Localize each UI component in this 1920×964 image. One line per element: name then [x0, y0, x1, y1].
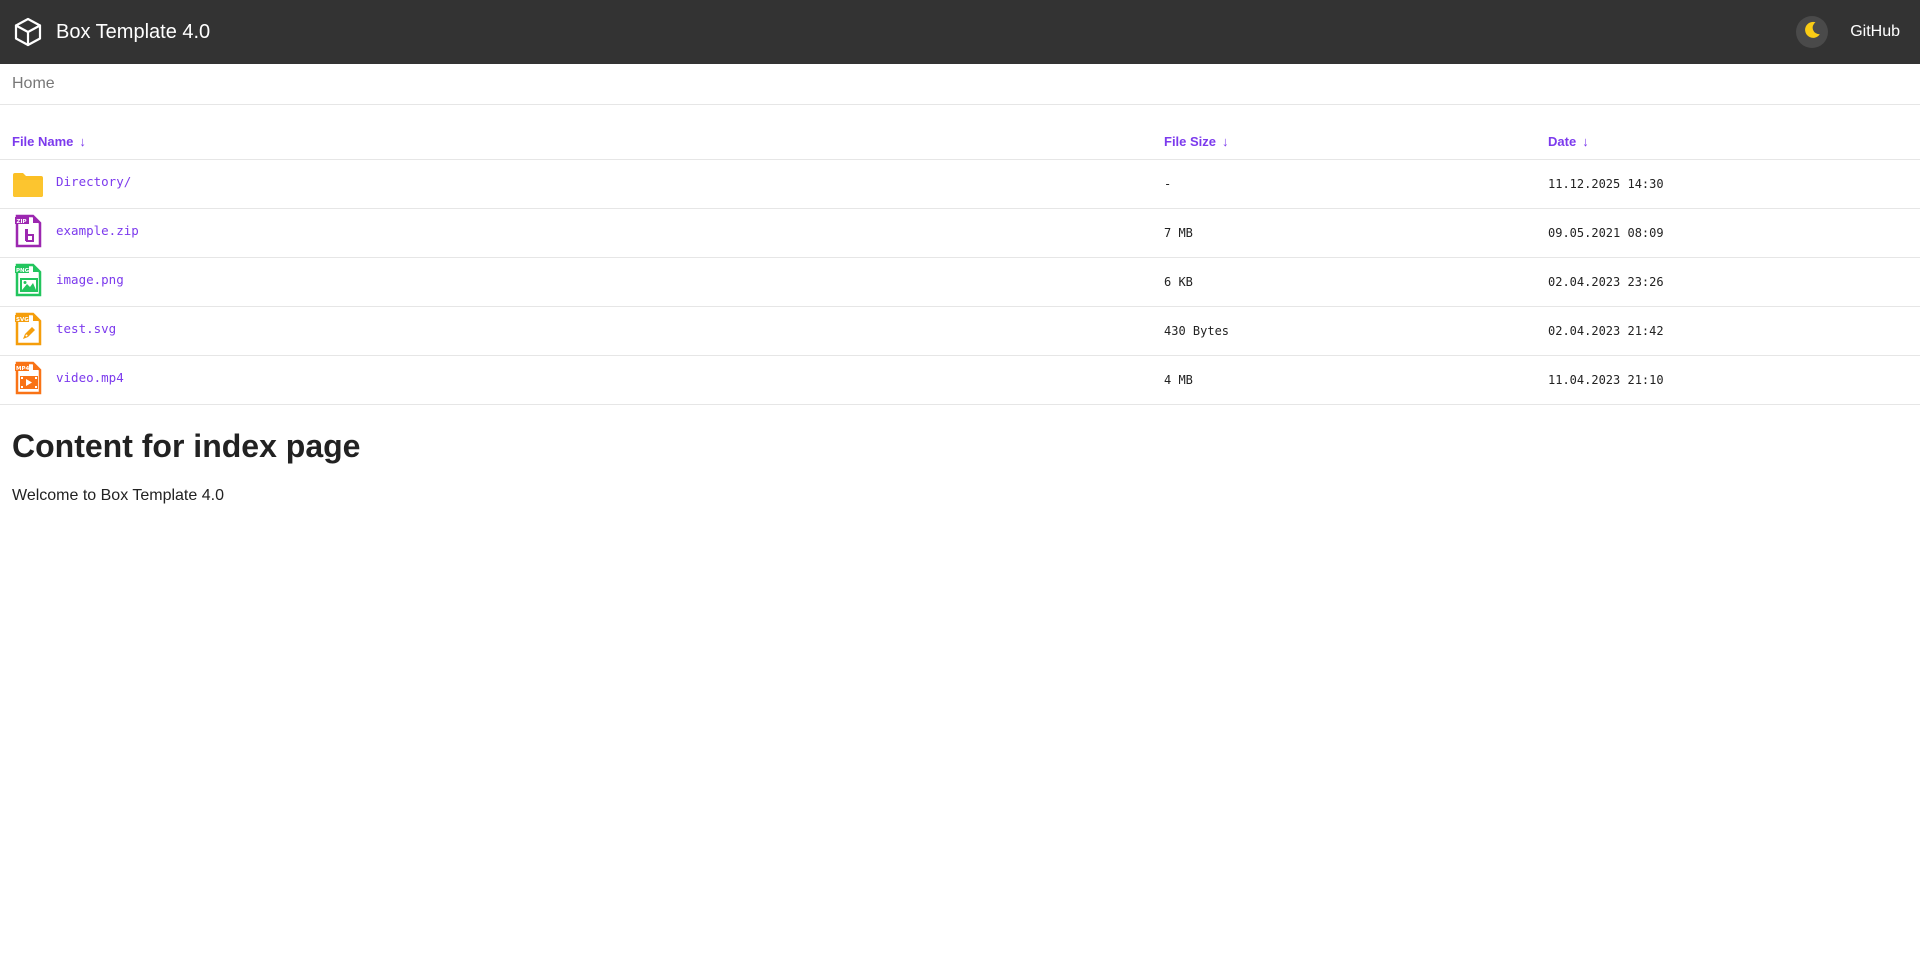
top-navbar: Box Template 4.0 GitHub: [0, 0, 1920, 64]
sort-arrow-icon: ↓: [1582, 133, 1589, 149]
file-size-cell: -: [1152, 159, 1536, 209]
site-title: Box Template 4.0: [56, 20, 211, 43]
table-row: SVG test.svg 430 Bytes 02.04.2023 21:42: [0, 306, 1920, 356]
cube-icon: [12, 16, 44, 48]
sort-by-name-header[interactable]: File Name ↓: [0, 105, 1152, 160]
png-badge: PNG: [16, 267, 30, 273]
breadcrumb: Home: [0, 64, 1920, 105]
name-cell: SVG test.svg: [0, 306, 1152, 356]
zip-badge: ZIP: [17, 218, 27, 224]
github-link[interactable]: GitHub: [1850, 23, 1900, 41]
file-date-cell: 02.04.2023 23:26: [1536, 257, 1920, 307]
column-label: File Size: [1164, 133, 1217, 149]
breadcrumb-home-link[interactable]: Home: [12, 75, 55, 93]
sort-arrow-icon: ↓: [1222, 133, 1229, 149]
file-date-cell: 11.12.2025 14:30: [1536, 159, 1920, 209]
navbar-actions: GitHub: [1796, 0, 1920, 64]
name-cell: ZIP example.zip: [0, 208, 1152, 258]
file-link[interactable]: test.svg: [56, 321, 116, 336]
file-date-cell: 11.04.2023 21:10: [1536, 355, 1920, 405]
file-date-cell: 02.04.2023 21:42: [1536, 306, 1920, 356]
sort-by-size-header[interactable]: File Size ↓: [1152, 105, 1536, 160]
table-header-row: File Name ↓ File Size ↓ Date ↓: [0, 105, 1920, 160]
zip-file-icon: ZIP: [12, 214, 44, 248]
name-cell: PNG image.png: [0, 257, 1152, 307]
table-row: PNG image.png 6 KB 02.04.2023 23:26: [0, 257, 1920, 307]
folder-icon: [12, 169, 44, 199]
column-label: File Name: [12, 133, 74, 149]
name-cell: Directory/: [0, 159, 1152, 209]
file-link[interactable]: Directory/: [56, 174, 131, 189]
column-label: Date: [1548, 133, 1577, 149]
brand-link[interactable]: Box Template 4.0: [12, 0, 210, 64]
sort-arrow-icon: ↓: [79, 133, 86, 149]
theme-toggle-button[interactable]: [1796, 16, 1829, 48]
file-link[interactable]: image.png: [56, 272, 124, 287]
png-file-icon: PNG: [12, 263, 44, 297]
svg-file-icon: SVG: [12, 312, 44, 346]
page-content: Content for index page Welcome to Box Te…: [12, 428, 360, 505]
file-size-cell: 430 Bytes: [1152, 306, 1536, 356]
file-size-cell: 7 MB: [1152, 208, 1536, 258]
file-size-cell: 4 MB: [1152, 355, 1536, 405]
file-date-cell: 09.05.2021 08:09: [1536, 208, 1920, 258]
mp4-badge: MP4: [16, 365, 30, 371]
file-size-cell: 6 KB: [1152, 257, 1536, 307]
file-listing-table: File Name ↓ File Size ↓ Date ↓ Directory…: [0, 105, 1920, 405]
content-heading: Content for index page: [12, 428, 361, 464]
name-cell: MP4 video.mp4: [0, 355, 1152, 405]
file-link[interactable]: video.mp4: [56, 370, 124, 385]
sort-by-date-header[interactable]: Date ↓: [1536, 105, 1920, 160]
welcome-text: Welcome to Box Template 4.0: [12, 487, 224, 504]
moon-icon: [1802, 20, 1822, 45]
table-row: MP4 video.mp4 4 MB 11.04.2023 21:10: [0, 355, 1920, 405]
mp4-file-icon: MP4: [12, 361, 44, 395]
svg-badge: SVG: [16, 316, 29, 322]
table-row: Directory/ - 11.12.2025 14:30: [0, 159, 1920, 209]
table-row: ZIP example.zip 7 MB 09.05.2021 08:09: [0, 208, 1920, 258]
file-link[interactable]: example.zip: [56, 223, 139, 238]
